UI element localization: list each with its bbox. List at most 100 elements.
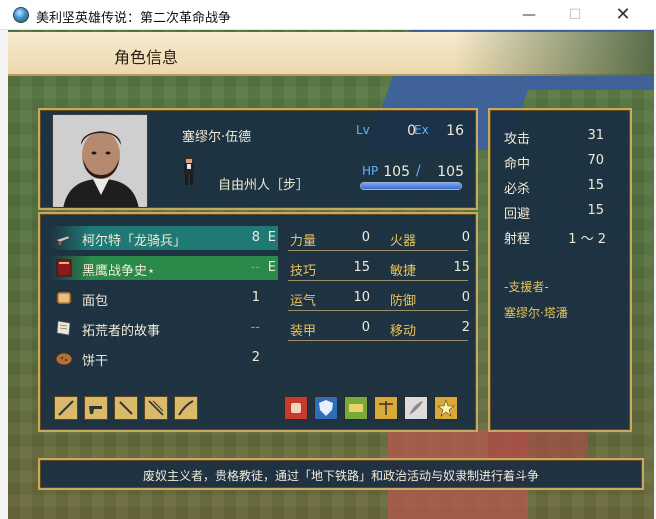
item-uses: --	[250, 260, 260, 275]
stat-divider	[288, 250, 468, 251]
level-value: 0	[407, 123, 416, 139]
bayonet-icon	[148, 400, 164, 416]
stat-divider	[288, 340, 468, 341]
header-fade	[404, 32, 654, 76]
stat-value: 0	[361, 320, 370, 335]
sword-icon	[58, 400, 74, 416]
combat-value: 15	[587, 203, 604, 218]
shield-icon	[319, 400, 333, 416]
bread-icon	[56, 291, 72, 305]
exp-label: Ex	[414, 123, 429, 137]
stat-value: 15	[453, 260, 470, 275]
window-title: 美利坚英雄传说：第二次革命战争	[36, 11, 232, 26]
level-label: Lv	[356, 123, 370, 137]
combat-value: 15	[587, 178, 604, 193]
stat-value: 15	[353, 260, 370, 275]
stat-value: 2	[461, 320, 470, 335]
weapon-rank-slot[interactable]	[54, 396, 78, 420]
exp-value: 16	[446, 123, 464, 139]
title-bar: 美利坚英雄传说：第二次革命战争 — ☐ ✕	[0, 0, 656, 30]
stat-label: 火器	[390, 234, 417, 249]
item-name: 饼干	[82, 354, 109, 369]
skill-slot[interactable]	[344, 396, 368, 420]
hp-current: 105	[383, 164, 410, 180]
biscuit-icon	[55, 352, 73, 366]
stat-value: 0	[461, 230, 470, 245]
unit-sprite	[184, 156, 194, 185]
stat-label: 力量	[290, 234, 317, 249]
weapon-rank-slot[interactable]	[84, 396, 108, 420]
inventory-item[interactable]: 面包 1	[50, 286, 278, 310]
item-uses: 1	[251, 290, 260, 305]
stat-value: 0	[461, 290, 470, 305]
star-icon	[437, 399, 455, 417]
screen-header: 角色信息	[8, 32, 654, 76]
knife-icon	[119, 401, 133, 415]
combat-label: 回避	[504, 207, 531, 222]
saber-icon	[178, 400, 194, 416]
inventory-item[interactable]: 黑鹰战争史⋆ -- E	[50, 256, 278, 280]
weapon-rank-slot[interactable]	[114, 396, 138, 420]
item-name: 面包	[82, 294, 109, 309]
pistol-icon	[89, 406, 102, 414]
item-name: 拓荒者的故事	[82, 324, 161, 339]
skill-slot[interactable]	[404, 396, 428, 420]
stat-divider	[288, 280, 468, 281]
stat-label: 敏捷	[390, 264, 417, 279]
skill-slot[interactable]	[314, 396, 338, 420]
inventory-item[interactable]: 柯尔特「龙骑兵」 8 E	[50, 226, 278, 250]
hp-separator: /	[416, 163, 421, 179]
revolver-icon	[55, 235, 71, 245]
game-viewport: 角色信息 塞缪尔·伍德 自由州人［步］ Lv 0 Ex 16 HP 105 / …	[8, 30, 654, 519]
quill-icon	[409, 401, 423, 415]
item-name: 柯尔特「龙骑兵」	[82, 234, 187, 249]
description-text: 废奴主义者，贵格教徒，通过「地下铁路」和政治活动与奴隶制进行着斗争	[142, 469, 539, 483]
skill-slot[interactable]	[374, 396, 398, 420]
support-name[interactable]: 塞缪尔·塔潘	[504, 304, 568, 321]
book-icon	[56, 259, 72, 277]
combat-label: 必杀	[504, 182, 531, 197]
minimize-button[interactable]: —	[506, 0, 552, 30]
stat-label: 运气	[290, 294, 317, 309]
character-name: 塞缪尔·伍德	[182, 130, 252, 145]
maximize-button[interactable]: ☐	[552, 0, 598, 30]
item-equip: E	[267, 260, 276, 275]
skill-slot[interactable]	[434, 396, 458, 420]
scroll-icon	[56, 320, 71, 336]
hp-max: 105	[437, 164, 464, 180]
character-class: 自由州人［步］	[218, 178, 310, 193]
portrait-image	[53, 115, 147, 207]
weapon-rank-slot[interactable]	[174, 396, 198, 420]
inventory-item[interactable]: 拓荒者的故事 --	[50, 316, 278, 340]
description-panel: 废奴主义者，贵格教徒，通过「地下铁路」和政治活动与奴隶制进行着斗争	[38, 458, 644, 490]
portrait	[52, 114, 148, 208]
globe-icon	[13, 7, 29, 23]
stat-label: 装甲	[290, 324, 317, 339]
cash-icon	[349, 404, 363, 412]
stat-label: 技巧	[290, 264, 317, 279]
game-window: 美利坚英雄传说：第二次革命战争 — ☐ ✕ 角色信息 塞缪尔·伍德 自由州人［步…	[0, 0, 656, 519]
screen-title: 角色信息	[114, 48, 179, 67]
item-uses: 8	[251, 230, 260, 245]
fist-icon	[291, 403, 301, 413]
stat-value: 10	[353, 290, 370, 305]
inventory-item[interactable]: 饼干 2	[50, 346, 278, 370]
item-uses: 2	[251, 350, 260, 365]
hp-label: HP	[362, 164, 379, 178]
combat-stats-panel: 攻击 31 命中 70 必杀 15 回避 15 射程 1 ～ 2 -支援者- 塞…	[488, 108, 632, 432]
weapon-rank-slot[interactable]	[144, 396, 168, 420]
item-equip: E	[267, 230, 276, 245]
stat-label: 防御	[390, 294, 417, 309]
details-panel: 柯尔特「龙骑兵」 8 E 黑鹰战争史⋆ -- E 面包 1 拓荒者的故事 -- …	[38, 212, 478, 432]
combat-value: 31	[587, 128, 604, 143]
support-title: -支援者-	[504, 280, 549, 294]
close-button[interactable]: ✕	[600, 0, 646, 30]
combat-label: 攻击	[504, 132, 531, 147]
item-uses: --	[250, 320, 260, 335]
stat-label: 移动	[390, 324, 417, 339]
item-name: 黑鹰战争史⋆	[82, 264, 156, 279]
stat-divider	[288, 310, 468, 311]
skill-slot[interactable]	[284, 396, 308, 420]
profile-panel: 塞缪尔·伍德 自由州人［步］ Lv 0 Ex 16 HP 105 / 105	[38, 108, 478, 210]
range-value: 1 ～ 2	[568, 232, 606, 247]
